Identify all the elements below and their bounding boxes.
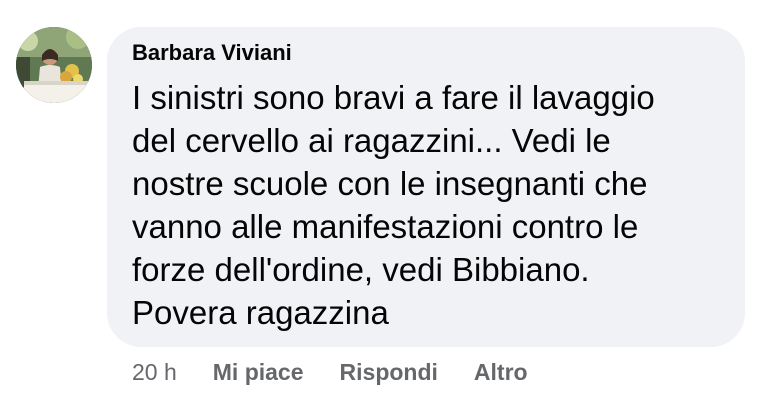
more-button[interactable]: Altro xyxy=(474,359,528,386)
reply-button[interactable]: Rispondi xyxy=(340,359,438,386)
comment-line: I sinistri sono bravi a fare il lavaggio xyxy=(132,79,655,116)
comment-text: I sinistri sono bravi a fare il lavaggio… xyxy=(132,76,732,334)
timestamp[interactable]: 20 h xyxy=(132,359,177,386)
comment-line: forze dell'ordine, vedi Bibbiano. xyxy=(132,251,590,288)
comment-line: vanno alle manifestazioni contro le xyxy=(132,208,639,245)
comment-actions: 20 h Mi piace Rispondi Altro xyxy=(132,356,528,388)
comment-line: Povera ragazzina xyxy=(132,294,389,331)
comment-line: nostre scuole con le insegnanti che xyxy=(132,165,648,202)
like-button[interactable]: Mi piace xyxy=(213,359,304,386)
avatar[interactable] xyxy=(16,27,92,103)
profile-photo xyxy=(16,27,92,103)
author-name[interactable]: Barbara Viviani xyxy=(132,40,292,66)
comment-line: del cervello ai ragazzini... Vedi le xyxy=(132,122,611,159)
